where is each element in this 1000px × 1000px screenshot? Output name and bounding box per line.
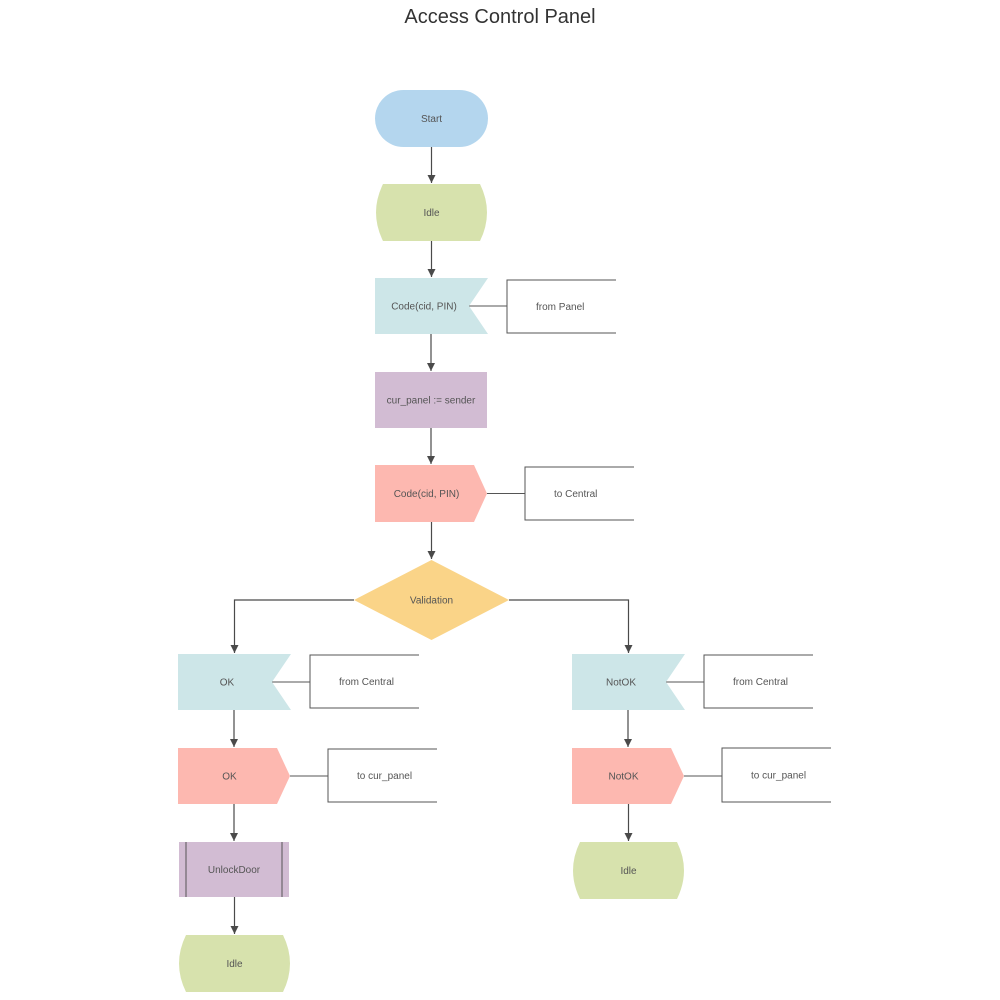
node-label: Validation: [410, 596, 453, 607]
node-assign-panel[interactable]: cur_panel := sender: [375, 372, 487, 428]
node-label: cur_panel := sender: [387, 396, 476, 407]
flowchart-canvas: from Panel to Central from Central to cur_p…: [178, 90, 831, 992]
node-send-code[interactable]: Code(cid, PIN): [375, 465, 487, 522]
edge-validation-to-receive-notok: [509, 599, 633, 653]
annotation-send-ok: to cur_panel: [290, 748, 437, 803]
node-label: Idle: [620, 866, 637, 877]
node-send-ok[interactable]: OK: [178, 748, 290, 804]
node-idle-1[interactable]: Idle: [376, 184, 487, 241]
annotation-label: from Central: [733, 677, 788, 688]
node-idle-ok[interactable]: Idle: [179, 935, 290, 992]
annotations-layer: from Panel to Central from Central to cur_p…: [272, 279, 831, 803]
annotation-label: from Central: [339, 677, 394, 688]
edge-validation-to-receive-ok: [230, 599, 354, 653]
annotation-receive-code: from Panel: [469, 279, 616, 334]
node-label: OK: [222, 772, 237, 783]
node-start[interactable]: Start: [375, 90, 488, 147]
annotation-label: to cur_panel: [751, 771, 806, 782]
edges-layer: [230, 147, 633, 934]
annotation-label: from Panel: [536, 302, 584, 313]
node-label: UnlockDoor: [208, 865, 261, 876]
node-label: NotOK: [606, 678, 636, 689]
annotation-label: to Central: [554, 489, 597, 500]
annotation-send-code: to Central: [487, 466, 634, 521]
node-label: OK: [220, 678, 235, 689]
node-label: Code(cid, PIN): [394, 489, 460, 500]
node-send-notok[interactable]: NotOK: [572, 748, 684, 804]
annotation-send-notok: to cur_panel: [684, 747, 831, 803]
annotation-receive-notok: from Central: [666, 654, 813, 709]
annotation-receive-ok: from Central: [272, 654, 419, 709]
node-label: Idle: [423, 208, 440, 219]
node-label: NotOK: [608, 772, 638, 783]
node-validation[interactable]: Validation: [354, 560, 509, 640]
node-unlock-door[interactable]: UnlockDoor: [179, 842, 289, 897]
annotation-label: to cur_panel: [357, 771, 412, 782]
node-label: Start: [421, 114, 442, 125]
node-label: Idle: [226, 959, 243, 970]
node-idle-notok[interactable]: Idle: [573, 842, 684, 899]
node-label: Code(cid, PIN): [391, 302, 457, 313]
